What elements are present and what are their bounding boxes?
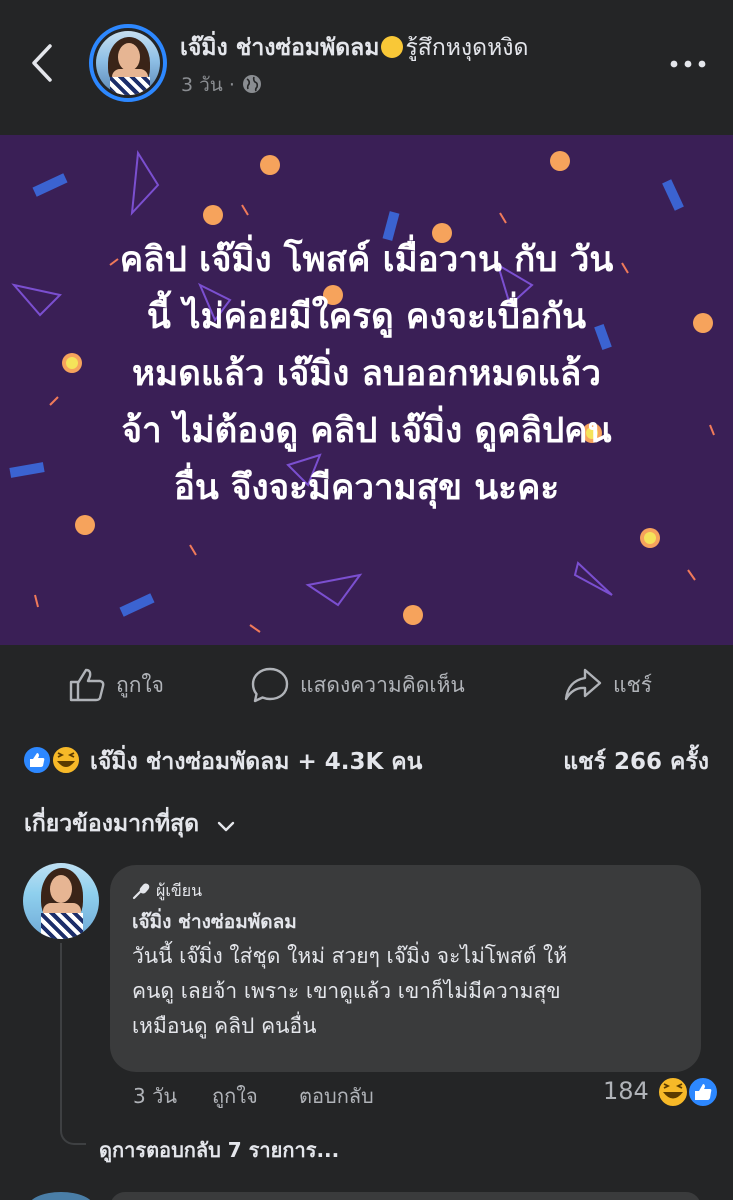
comment-bubble-icon (251, 667, 289, 703)
author-avatar[interactable] (89, 24, 167, 102)
share-label: แชร์ (613, 672, 653, 697)
post-text-line: อื่น จึงจะมีความสุข นะคะ (173, 468, 560, 508)
share-button[interactable]: แชร์ (563, 665, 652, 705)
like-reaction-icon (22, 745, 52, 775)
author-badge-label: ผู้เขียน (156, 880, 203, 900)
like-button[interactable]: ถูกใจ (68, 665, 164, 705)
comment-reaction-count[interactable]: 184 (603, 1077, 649, 1105)
comment-author[interactable]: เจ๊มิ่ง ช่างซ่อมพัดลม (132, 907, 679, 937)
more-dots-icon (670, 60, 706, 68)
thumbs-up-icon (69, 668, 105, 702)
like-reaction-icon (687, 1076, 719, 1108)
meta-separator: · (228, 74, 235, 96)
post-action-bar: ถูกใจ แสดงความคิดเห็น แชร์ (0, 645, 733, 725)
author-badge: ผู้เขียน (132, 880, 679, 902)
comment-text-line: วันนี้ เจ๊มิ่ง ใส่ชุด ใหม่ สวยๆ เจ๊มิ่ง … (132, 944, 568, 968)
post-text-line: คลิป เจ๊มิ่ง โพสค์ เมื่อวาน กับ วัน (119, 240, 614, 280)
comment-reaction-icons[interactable] (654, 1074, 720, 1110)
reaction-icons[interactable] (22, 745, 84, 775)
thread-line (60, 943, 86, 1145)
share-count[interactable]: แชร์ 266 ครั้ง (563, 744, 709, 780)
haha-reaction-icon (51, 745, 81, 775)
back-button[interactable] (24, 38, 64, 88)
comment-text-line: เหมือนดู คลิป คนอื่น (132, 1014, 317, 1038)
globe-icon (242, 75, 261, 93)
post-text: คลิป เจ๊มิ่ง โพสค์ เมื่อวาน กับ วัน นี้ … (40, 232, 693, 517)
comment-like-button[interactable]: ถูกใจ (212, 1080, 258, 1112)
author-name[interactable]: เจ๊มิ่ง ช่างซ่อมพัดลม (180, 35, 379, 61)
next-comment-bubble[interactable] (110, 1192, 701, 1200)
post-text-line: จ้า ไม่ต้องดู คลิป เจ๊มิ่ง ดูคลิปคน (121, 411, 612, 451)
feeling-label: รู้สึกหงุดหงิด (405, 35, 529, 61)
comment-reply-button[interactable]: ตอบกลับ (299, 1080, 374, 1112)
post-meta: 3 วัน · (181, 70, 263, 100)
post-title: เจ๊มิ่ง ช่างซ่อมพัดลม รู้สึกหงุดหงิด (180, 30, 528, 66)
comment-button[interactable]: แสดงความคิดเห็น (250, 665, 465, 705)
comment-time[interactable]: 3 วัน (133, 1080, 177, 1112)
comment-sort-dropdown[interactable]: เกี่ยวข้องมากที่สุด (24, 806, 235, 842)
post-image[interactable]: คลิป เจ๊มิ่ง โพสค์ เมื่อวาน กับ วัน นี้ … (0, 135, 733, 645)
more-options-button[interactable] (668, 56, 708, 72)
annoyed-emoji-icon (381, 36, 404, 58)
microphone-icon (132, 883, 150, 900)
post-text-line: นี้ ไม่ค่อยมีใครดู คงจะเบื่อกัน (146, 297, 587, 337)
like-label: ถูกใจ (116, 672, 164, 697)
post-text-line: หมดแล้ว เจ๊มิ่ง ลบออกหมดแล้ว (132, 354, 601, 394)
post-header: เจ๊มิ่ง ช่างซ่อมพัดลม รู้สึกหงุดหงิด 3 วั… (0, 0, 733, 135)
view-replies-link[interactable]: ดูการตอบกลับ 7 รายการ... (99, 1134, 339, 1166)
sort-label: เกี่ยวข้องมากที่สุด (24, 811, 200, 837)
post-time[interactable]: 3 วัน (181, 74, 223, 96)
commenter-avatar[interactable] (23, 863, 99, 939)
share-arrow-icon (564, 668, 602, 701)
author-photo (96, 31, 160, 95)
next-commenter-avatar[interactable] (28, 1192, 94, 1200)
comment-text: วันนี้ เจ๊มิ่ง ใส่ชุด ใหม่ สวยๆ เจ๊มิ่ง … (132, 939, 679, 1044)
comment-label: แสดงความคิดเห็น (300, 672, 465, 697)
reactors-text[interactable]: เจ๊มิ่ง ช่างซ่อมพัดลม + 4.3K คน (90, 744, 422, 780)
comment-text-line: คนดู เลยจ้า เพราะ เขาดูแล้ว เขาก็ไม่มีคว… (132, 979, 561, 1003)
chevron-left-icon (32, 44, 52, 82)
haha-reaction-icon (657, 1076, 689, 1108)
reaction-summary: เจ๊มิ่ง ช่างซ่อมพัดลม + 4.3K คน แชร์ 266… (0, 735, 733, 783)
chevron-down-icon (217, 821, 235, 832)
comment-bubble[interactable]: ผู้เขียน เจ๊มิ่ง ช่างซ่อมพัดลม วันนี้ เจ… (110, 865, 701, 1072)
